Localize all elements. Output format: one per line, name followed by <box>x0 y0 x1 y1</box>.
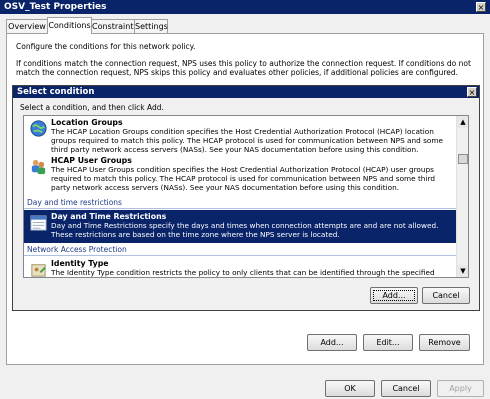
condition-title: Day and Time Restrictions <box>51 212 167 221</box>
tab-overview-label: Overview <box>8 22 46 31</box>
condition-item-location-groups[interactable]: Location Groups The HCAP Location Groups… <box>24 116 456 154</box>
condition-title: Location Groups <box>51 118 123 127</box>
condition-description: Day and Time Restrictions specify the da… <box>51 221 439 239</box>
add-condition-button[interactable]: Add... <box>307 334 357 351</box>
conditions-heading: Configure the conditions for this networ… <box>16 42 196 51</box>
list-scrollbar[interactable]: ▲ ▼ <box>456 116 468 277</box>
dialog-close-icon[interactable]: × <box>467 87 477 97</box>
tab-settings-label: Settings <box>135 22 168 31</box>
identity-type-icon <box>31 264 46 277</box>
edit-condition-button[interactable]: Edit... <box>363 334 413 351</box>
ok-button[interactable]: OK <box>325 380 375 397</box>
dialog-instruction: Select a condition, and then click Add. <box>20 103 164 112</box>
condition-item-hcap-user-groups[interactable]: HCAP User Groups The HCAP User Groups co… <box>24 154 456 196</box>
user-groups-icon <box>31 159 46 175</box>
condition-list[interactable]: Location Groups The HCAP Location Groups… <box>23 115 469 278</box>
location-groups-icon <box>30 120 47 137</box>
tab-constraints-label: Constraints <box>92 22 138 31</box>
condition-description: The Identity Type condition restricts th… <box>51 268 435 277</box>
scroll-up-icon[interactable]: ▲ <box>457 116 468 128</box>
select-condition-dialog: Select condition × Select a condition, a… <box>12 85 480 311</box>
calendar-icon <box>30 215 47 231</box>
tab-conditions[interactable]: Conditions <box>47 17 92 34</box>
scroll-thumb[interactable] <box>458 154 468 164</box>
apply-button[interactable]: Apply <box>437 380 484 397</box>
remove-condition-button[interactable]: Remove <box>419 334 470 351</box>
tab-settings[interactable]: Settings <box>134 19 168 33</box>
tab-constraints[interactable]: Constraints <box>91 19 138 33</box>
group-header-day-and-time: Day and time restrictions <box>24 198 456 209</box>
dialog-add-button[interactable]: Add... <box>370 287 418 304</box>
dialog-title: Select condition <box>13 86 479 98</box>
tab-conditions-label: Conditions <box>48 21 91 30</box>
scroll-down-icon[interactable]: ▼ <box>457 265 468 277</box>
tab-overview[interactable]: Overview <box>6 19 48 33</box>
cancel-button[interactable]: Cancel <box>381 380 431 397</box>
window-close-icon[interactable]: × <box>476 2 486 12</box>
dialog-cancel-button[interactable]: Cancel <box>422 287 470 304</box>
condition-title: HCAP User Groups <box>51 156 132 165</box>
condition-item-day-and-time-restrictions[interactable]: Day and Time Restrictions Day and Time R… <box>24 210 456 243</box>
condition-title: Identity Type <box>51 259 109 268</box>
group-header-network-access-protection: Network Access Protection <box>24 245 456 256</box>
window-title-bar: OSV_Test Properties <box>0 0 490 14</box>
condition-description: The HCAP Location Groups condition speci… <box>51 127 443 154</box>
window-title: OSV_Test Properties <box>4 2 107 12</box>
condition-item-identity-type[interactable]: Identity Type The Identity Type conditio… <box>24 257 456 277</box>
condition-description: The HCAP User Groups condition specifies… <box>51 165 435 192</box>
conditions-description: If conditions match the connection reque… <box>16 59 471 77</box>
